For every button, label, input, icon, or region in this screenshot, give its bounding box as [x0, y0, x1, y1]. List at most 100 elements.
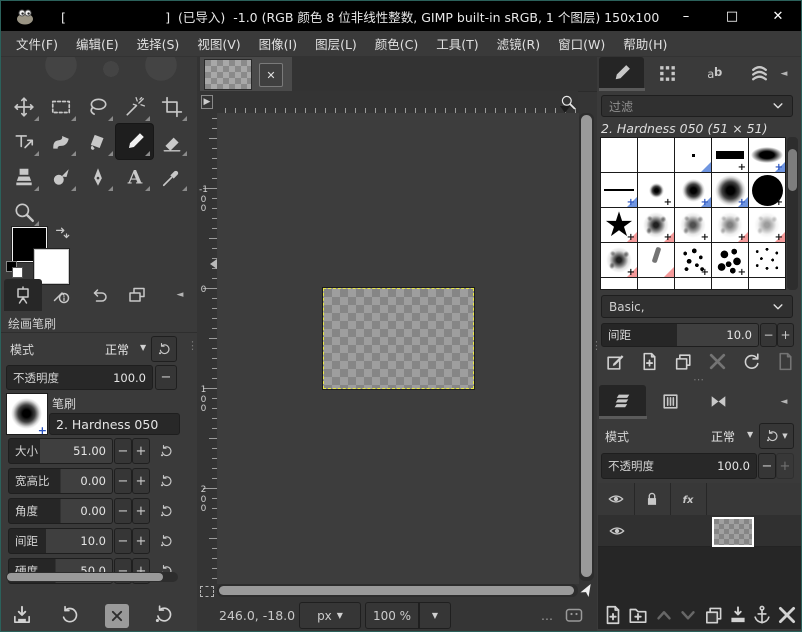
- menu-item-8[interactable]: 滤镜(R): [488, 30, 549, 57]
- zoom-tool[interactable]: [5, 194, 42, 229]
- brush-cell-specks2[interactable]: +: [712, 243, 749, 278]
- brush-cell-star[interactable]: ★+: [601, 208, 638, 243]
- spacing-increase-button[interactable]: +: [777, 323, 794, 347]
- brush-cell-blank[interactable]: [638, 138, 675, 173]
- warp-transform-tool[interactable]: [42, 124, 79, 159]
- dock-tab-paths[interactable]: [695, 385, 742, 417]
- button-reset-tool-options[interactable]: [153, 604, 177, 628]
- color-picker-tool[interactable]: [153, 159, 190, 194]
- brush-cell-pixel[interactable]: [675, 138, 712, 173]
- slider-1[interactable]: 宽高比0.00: [8, 468, 113, 494]
- canvas-viewport[interactable]: [217, 113, 579, 584]
- crop-tool[interactable]: [153, 89, 190, 124]
- brush-cell-splat3[interactable]: +: [712, 208, 749, 243]
- clone-tool[interactable]: [5, 159, 42, 194]
- dock-tab-device-status[interactable]: [42, 279, 80, 311]
- dock-tab-undo-history[interactable]: [80, 279, 118, 311]
- layer-visible-eye-icon[interactable]: [608, 522, 626, 540]
- slider-3-reset[interactable]: [154, 528, 178, 554]
- title-bar[interactable]: [ ] (已导入) -1.0 (RGB 颜色 8 位非线性整数, GIMP bu…: [1, 1, 801, 31]
- slider-1-reset[interactable]: [154, 468, 178, 494]
- layer-opacity-increase-button[interactable]: +: [776, 453, 794, 479]
- brush-cell-tex[interactable]: [601, 278, 638, 290]
- slider-2-reset[interactable]: [154, 498, 178, 524]
- brush-cell-dots[interactable]: [749, 243, 786, 278]
- close-button[interactable]: ✕: [755, 1, 801, 31]
- dock-tab-channels[interactable]: [647, 385, 694, 417]
- free-select-tool[interactable]: [79, 89, 116, 124]
- opacity-decrease-button[interactable]: −: [155, 365, 177, 390]
- brush-cell-blob[interactable]: +: [601, 243, 638, 278]
- brush-group-select[interactable]: Basic,: [601, 295, 793, 318]
- mode-value[interactable]: 正常: [105, 341, 129, 358]
- brush-cell-specks1[interactable]: +: [675, 243, 712, 278]
- button-delete-layer[interactable]: [776, 604, 800, 628]
- bucket-fill-tool[interactable]: [79, 124, 116, 159]
- slider-2-decrease[interactable]: −: [114, 498, 132, 524]
- brush-cell-tex[interactable]: [675, 278, 712, 290]
- brush-cell-ellipse[interactable]: +: [749, 138, 786, 173]
- vertical-ruler[interactable]: -200-1000100200: [197, 113, 218, 584]
- button-lower-layer[interactable]: [677, 604, 701, 628]
- slider-3-decrease[interactable]: −: [114, 528, 132, 554]
- ink-tool[interactable]: [79, 159, 116, 194]
- dock-tab-patterns[interactable]: [645, 57, 690, 89]
- brush-cell-soft-s[interactable]: +: [638, 173, 675, 208]
- layer-opacity-decrease-button[interactable]: −: [758, 453, 776, 479]
- button-restore-tool-preset[interactable]: [59, 604, 83, 628]
- layer-thumbnail[interactable]: [712, 517, 754, 547]
- brush-grid-vscrollbar[interactable]: [787, 137, 798, 290]
- default-colors-icon[interactable]: [6, 261, 22, 277]
- button-new-layer-group[interactable]: [627, 604, 651, 628]
- navigation-button[interactable]: [579, 581, 597, 598]
- menu-item-5[interactable]: 图层(L): [306, 30, 366, 57]
- layer-mode-reset-button[interactable]: ▼: [759, 423, 794, 449]
- brush-cell-splat1[interactable]: +: [638, 208, 675, 243]
- rectangle-select-tool[interactable]: [42, 89, 79, 124]
- slider-3-increase[interactable]: +: [132, 528, 150, 554]
- brush-select-button[interactable]: 2. Hardness 050: [49, 413, 180, 435]
- brush-cell-soft-m[interactable]: +: [675, 173, 712, 208]
- brush-cell-stroke[interactable]: [638, 243, 675, 278]
- unified-transform-tool[interactable]: [5, 124, 42, 159]
- menu-item-3[interactable]: 视图(V): [188, 30, 249, 57]
- menu-item-0[interactable]: 文件(F): [7, 30, 67, 57]
- slider-0-reset[interactable]: [154, 438, 178, 464]
- unit-dropdown[interactable]: px ▼: [299, 602, 361, 629]
- slider-0[interactable]: 大小51.00: [8, 438, 113, 464]
- wilber-status-icon[interactable]: [563, 605, 585, 625]
- spacing-decrease-button[interactable]: −: [760, 323, 777, 347]
- maximize-button[interactable]: □: [709, 1, 755, 31]
- button-duplicate-brush[interactable]: [673, 351, 697, 375]
- collapse-right-dock-icon[interactable]: ◄: [773, 63, 795, 85]
- canvas-image[interactable]: [323, 288, 474, 389]
- zoom-level[interactable]: 100 %: [365, 602, 419, 629]
- eraser-tool[interactable]: [153, 124, 190, 159]
- ruler-corner-menu-button[interactable]: ▶: [197, 91, 217, 113]
- menu-item-7[interactable]: 工具(T): [427, 30, 487, 57]
- brush-cell-blank[interactable]: [601, 138, 638, 173]
- fuzzy-select-tool[interactable]: [116, 89, 153, 124]
- brush-spacing-slider[interactable]: 间距 10.0: [601, 323, 759, 347]
- button-delete-tool-preset[interactable]: [105, 604, 129, 628]
- paintbrush-tool[interactable]: [116, 124, 153, 159]
- dock-tab-fonts[interactable]: ab: [691, 57, 736, 89]
- button-delete-brush[interactable]: [707, 351, 731, 375]
- dock-tab-brushes[interactable]: [599, 57, 644, 89]
- brush-cell-hline[interactable]: +: [601, 173, 638, 208]
- layer-mode-dropdown-icon[interactable]: ▼: [747, 430, 753, 439]
- button-refresh-brushes[interactable]: [741, 351, 765, 375]
- slider-3[interactable]: 间距10.0: [8, 528, 113, 554]
- menu-item-9[interactable]: 窗口(W): [549, 30, 614, 57]
- brush-thumbnail[interactable]: +: [6, 393, 48, 435]
- collapse-layers-dock-icon[interactable]: ◄: [773, 391, 795, 413]
- dock-tab-images[interactable]: [118, 279, 156, 311]
- quick-mask-toggle[interactable]: [197, 584, 217, 598]
- button-edit-brush[interactable]: [605, 351, 629, 375]
- brush-cell-tex[interactable]: [712, 278, 749, 290]
- menu-item-4[interactable]: 图像(I): [250, 30, 306, 57]
- minimize-button[interactable]: –: [663, 1, 709, 31]
- brush-cell-hbar[interactable]: +: [712, 138, 749, 173]
- image-tab[interactable]: ✕: [200, 57, 292, 91]
- slider-2[interactable]: 角度0.00: [8, 498, 113, 524]
